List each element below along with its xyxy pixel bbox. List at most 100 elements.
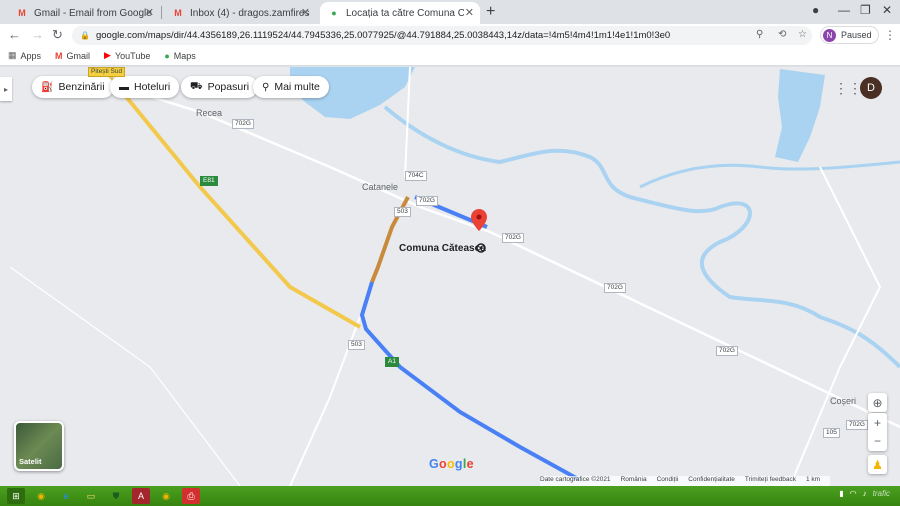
label-pitesti-sud: Pitești Sud <box>88 67 126 77</box>
volume-icon[interactable]: ♪ <box>863 489 867 498</box>
side-panel-toggle[interactable]: ▸ <box>0 77 12 101</box>
road-label-a1: A1 <box>385 357 399 367</box>
pond-shape <box>775 69 825 162</box>
google-logo: Google <box>429 457 474 471</box>
taskbar: ⊞ ◉ e ▭ ⛊ A ◉ ⎙ ▮ ◠ ♪ trafic <box>0 486 900 506</box>
tab-title: Inbox (4) - dragos.zamfirescu201 <box>190 7 310 19</box>
river-line <box>383 105 900 369</box>
tab-inbox[interactable]: M Inbox (4) - dragos.zamfirescu201 ✕ <box>164 2 316 24</box>
river-branch <box>639 160 900 189</box>
bed-icon: ▬ <box>119 81 129 93</box>
tab-gmail[interactable]: M Gmail - Email from Google ✕ <box>8 2 160 24</box>
crosshair-icon: ⊕ <box>872 395 883 410</box>
place-recea[interactable]: Recea <box>196 108 222 118</box>
watermark: trafic <box>872 489 890 498</box>
gmail-icon: M <box>18 8 26 18</box>
chip-gas-stations[interactable]: ⛽ Benzinării <box>32 76 114 98</box>
car-icon: ⛟ <box>190 80 203 92</box>
forward-icon[interactable]: → <box>31 27 44 42</box>
zoom-controls: + − <box>868 413 887 451</box>
footer-region-link[interactable]: România <box>621 476 647 486</box>
access-icon[interactable]: A <box>132 488 150 504</box>
location-icon[interactable]: ⚲ <box>756 29 763 40</box>
edge-icon[interactable]: e <box>57 488 75 504</box>
map-data-credit: Date cartografice ©2021 <box>540 476 611 483</box>
road-label-702g: 702G <box>502 233 524 243</box>
my-location-button[interactable]: ⊕ <box>868 393 887 412</box>
youtube-icon: ▶ <box>104 50 111 60</box>
chip-hotels[interactable]: ▬ Hoteluri <box>110 76 180 98</box>
zoom-in-icon[interactable]: + <box>874 414 881 432</box>
close-window-icon[interactable]: ✕ <box>882 3 892 17</box>
road-label-503: 503 <box>394 207 411 217</box>
explorer-icon[interactable]: ▭ <box>82 488 100 504</box>
browser-toolbar: ← → ↻ 🔒 google.com/maps/dir/44.4356189,2… <box>0 24 900 46</box>
new-tab-button[interactable]: + <box>486 3 495 21</box>
close-icon[interactable]: ✕ <box>145 6 154 19</box>
bookmark-youtube[interactable]: ▶ YouTube <box>104 50 150 61</box>
close-icon[interactable]: ✕ <box>465 6 474 19</box>
reload-icon[interactable]: ↻ <box>52 27 63 43</box>
maps-pin-icon: ● <box>164 50 170 61</box>
chrome-icon[interactable]: ◉ <box>32 488 50 504</box>
bookmark-gmail[interactable]: M Gmail <box>55 51 90 61</box>
shield-icon[interactable]: ⛊ <box>107 488 125 504</box>
pegman-button[interactable]: ♟ <box>868 455 887 474</box>
apps-grid-icon: ▦ <box>8 50 17 60</box>
road-label-702g: 702G <box>604 283 626 293</box>
chip-label: Popasuri <box>207 81 250 93</box>
bookmark-maps[interactable]: ● Maps <box>164 51 195 61</box>
road-label-702g: 702G <box>416 196 438 206</box>
url-text: google.com/maps/dir/44.4356189,26.111952… <box>95 30 671 41</box>
scale-label: 1 km <box>805 476 821 483</box>
footer-feedback-link[interactable]: Trimiteți feedback <box>745 476 796 486</box>
satellite-label: Satelit <box>19 457 42 466</box>
satellite-toggle[interactable]: Satelit <box>14 421 64 471</box>
start-icon[interactable]: ⊞ <box>7 488 25 504</box>
battery-icon[interactable]: ▮ <box>839 489 843 498</box>
back-icon[interactable]: ← <box>8 27 21 42</box>
bookmark-label: Gmail <box>66 50 91 61</box>
route-main <box>359 281 579 481</box>
search-icon: ⚲ <box>262 81 270 93</box>
lock-icon: 🔒 <box>80 31 90 40</box>
tab-bar: M Gmail - Email from Google ✕ M Inbox (4… <box>0 0 900 24</box>
place-catanele[interactable]: Catanele <box>362 182 398 192</box>
minimize-icon[interactable]: — <box>838 3 850 17</box>
road-label-105: 105 <box>823 428 840 438</box>
maximize-icon[interactable]: ❐ <box>860 3 871 17</box>
chip-more[interactable]: ⚲ Mai multe <box>253 76 329 98</box>
tab-title: Gmail - Email from Google <box>34 7 152 19</box>
zoom-out-icon[interactable]: − <box>874 432 881 450</box>
footer-privacy-link[interactable]: Confidențialitate <box>688 476 735 486</box>
chip-label: Benzinării <box>58 81 105 93</box>
bookmark-apps[interactable]: ▦ Apps <box>8 50 41 61</box>
star-icon[interactable]: ☆ <box>798 29 807 40</box>
menu-icon[interactable]: ⋮ <box>884 28 896 42</box>
map-footer: Date cartografice ©2021 România Condiții… <box>540 476 831 486</box>
chrome-icon[interactable]: ◉ <box>157 488 175 504</box>
road-label-704c: 704C <box>405 171 427 181</box>
address-bar[interactable]: 🔒 google.com/maps/dir/44.4356189,26.1119… <box>72 26 812 45</box>
chip-label: Hoteluri <box>134 81 171 93</box>
profile-button[interactable]: N Paused <box>820 26 879 44</box>
media-icon[interactable]: ● <box>812 3 819 17</box>
tab-title: Locația ta către Comuna Căteasca <box>346 7 464 19</box>
footer-terms-link[interactable]: Condiții <box>657 476 679 486</box>
wifi-icon[interactable]: ◠ <box>850 489 857 498</box>
road-label-702g: 702G <box>846 420 868 430</box>
map-canvas[interactable]: ▸ ⛽ Benzinării ▬ Hoteluri ⛟ Popasuri ⚲ M… <box>0 67 900 486</box>
user-avatar[interactable]: D <box>860 77 882 99</box>
tab-maps[interactable]: ● Locația ta către Comuna Căteasca ✕ <box>320 2 480 24</box>
pdf-icon[interactable]: ⎙ <box>182 488 200 504</box>
extension-icon[interactable]: ⟲ <box>778 29 786 40</box>
close-icon[interactable]: ✕ <box>301 6 310 19</box>
place-coseri[interactable]: Coșeri <box>830 396 856 406</box>
bookmark-label: Maps <box>173 50 196 61</box>
chip-rest-areas[interactable]: ⛟ Popasuri <box>181 76 259 98</box>
gmail-icon: M <box>174 8 182 18</box>
destination-label[interactable]: Comuna Căteasca <box>399 243 486 254</box>
gas-station-icon: ⛽ <box>41 81 54 93</box>
map-graphics <box>9 67 900 486</box>
road-label-503: 503 <box>348 340 365 350</box>
